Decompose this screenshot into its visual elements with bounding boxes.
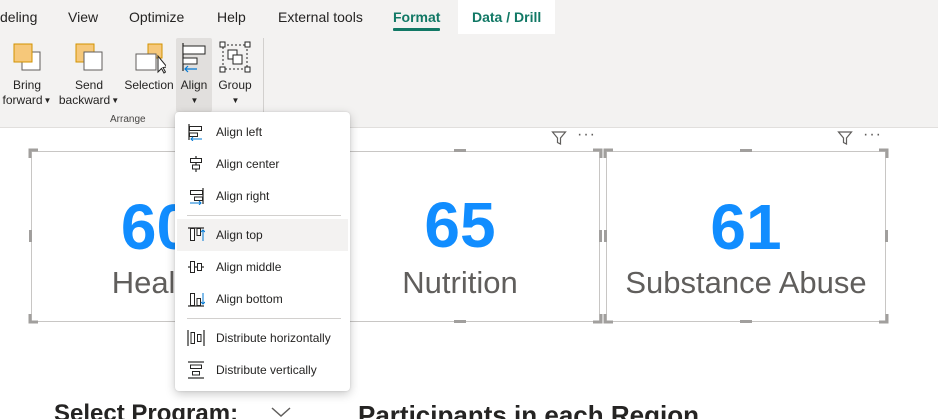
menu-item-label: Align middle <box>216 260 282 274</box>
align-middle-icon <box>188 261 204 273</box>
filter-icon[interactable] <box>837 130 853 151</box>
align-right-icon <box>190 188 204 205</box>
select-program-label: Select Program: <box>54 400 239 419</box>
menu-item-label: Align bottom <box>216 292 283 306</box>
selection-handles <box>28 148 889 324</box>
align-left-icon <box>188 124 202 141</box>
menu-item-label: Align top <box>216 228 263 242</box>
menu-item-align-right[interactable]: Align right <box>177 180 348 212</box>
align-bottom-icon <box>188 293 205 307</box>
more-options-icon[interactable]: ··· <box>863 126 882 144</box>
menu-item-distribute-horizontally[interactable]: Distribute horizontally <box>177 322 348 354</box>
menu-item-align-center[interactable]: Align center <box>177 148 348 180</box>
menu-item-distribute-vertically[interactable]: Distribute vertically <box>177 354 348 386</box>
align-top-icon <box>188 227 205 241</box>
align-dropdown-menu: Align left Align center Align right Alig… <box>175 112 350 391</box>
more-options-icon[interactable]: ··· <box>577 126 596 144</box>
menu-item-label: Align right <box>216 189 270 203</box>
menu-item-label: Align center <box>216 157 280 171</box>
menu-item-label: Align left <box>216 125 263 139</box>
menu-item-align-middle[interactable]: Align middle <box>177 251 348 283</box>
menu-item-label: Distribute horizontally <box>216 331 331 345</box>
align-center-icon <box>190 156 202 172</box>
region-chart-title: Participants in each Region <box>358 400 699 419</box>
menu-item-align-bottom[interactable]: Align bottom <box>177 283 348 315</box>
menu-item-label: Distribute vertically <box>216 363 317 377</box>
distribute-vertically-icon <box>188 361 204 379</box>
distribute-horizontally-icon <box>187 330 205 346</box>
menu-item-align-left[interactable]: Align left <box>177 116 348 148</box>
menu-item-align-top[interactable]: Align top <box>177 219 348 251</box>
menu-divider <box>187 215 341 216</box>
filter-icon[interactable] <box>551 130 567 151</box>
chevron-down-icon[interactable] <box>270 405 292 419</box>
menu-divider <box>187 318 341 319</box>
